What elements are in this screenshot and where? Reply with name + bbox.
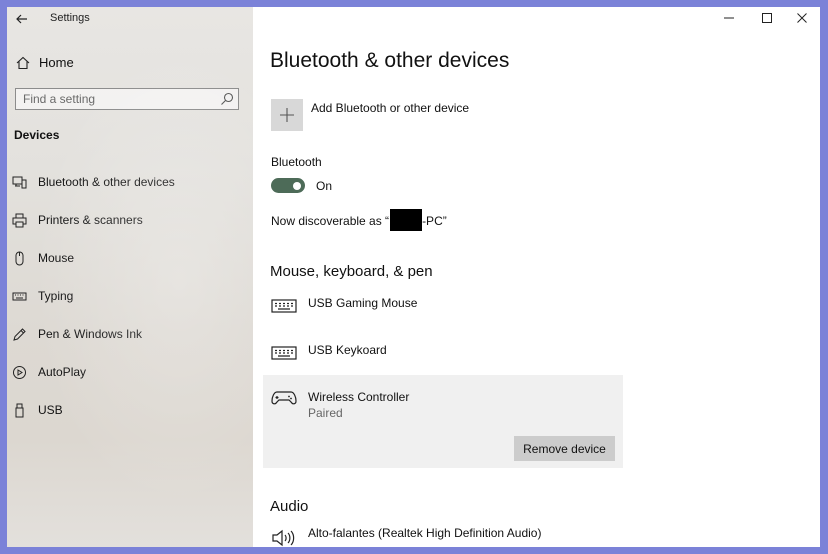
minimize-icon[interactable] xyxy=(722,11,736,25)
speaker-icon xyxy=(272,529,295,547)
bluetooth-state: On xyxy=(316,179,333,193)
sidebar-item-printers[interactable]: Printers & scanners xyxy=(7,207,253,245)
window-controls xyxy=(690,7,820,29)
discoverable-prefix: Now discoverable as “ xyxy=(271,214,390,229)
sidebar-item-label: Printers & scanners xyxy=(38,213,143,227)
device-status: Paired xyxy=(308,406,343,420)
sidebar-item-label: Pen & Windows Ink xyxy=(38,327,143,341)
search-box xyxy=(15,88,239,110)
plus-icon xyxy=(280,108,294,122)
close-icon[interactable] xyxy=(795,11,809,25)
back-arrow-icon xyxy=(16,14,27,24)
remove-device-button[interactable]: Remove device xyxy=(514,436,615,461)
add-device-button[interactable] xyxy=(271,99,303,131)
sidebar-item-label: Mouse xyxy=(38,251,75,265)
usb-icon xyxy=(15,403,24,418)
main-content: Bluetooth & other devices Add Bluetooth … xyxy=(253,7,820,547)
sidebar-item-label: USB xyxy=(38,403,63,417)
audio-heading: Audio xyxy=(270,498,309,515)
sidebar-item-usb[interactable]: USB xyxy=(7,397,253,435)
add-device-label[interactable]: Add Bluetooth or other device xyxy=(311,101,469,115)
mouse-keyboard-pen-heading: Mouse, keyboard, & pen xyxy=(270,263,433,280)
page-title: Bluetooth & other devices xyxy=(270,49,510,72)
search-input[interactable] xyxy=(16,89,218,109)
back-button[interactable] xyxy=(13,10,31,28)
device-name: USB Gaming Mouse xyxy=(308,296,418,310)
keyboard-icon xyxy=(271,346,297,360)
toggle-knob xyxy=(293,181,301,190)
redacted-pc-name xyxy=(390,209,423,231)
settings-window: Settings Home Devices Blueto xyxy=(7,7,820,547)
device-name: Alto-falantes (Realtek High Definition A… xyxy=(308,526,542,540)
device-name: Wireless Controller xyxy=(308,390,410,404)
home-label: Home xyxy=(39,55,74,70)
search-icon[interactable] xyxy=(220,92,234,106)
sidebar-nav: Bluetooth & other devices Printers & sca… xyxy=(7,169,253,435)
printer-icon xyxy=(12,213,27,228)
sidebar: Settings Home Devices Blueto xyxy=(7,7,253,547)
keyboard-icon xyxy=(271,299,297,313)
autoplay-icon xyxy=(13,366,26,379)
home-link[interactable]: Home xyxy=(7,51,253,75)
bluetooth-label: Bluetooth xyxy=(271,155,322,169)
app-title: Settings xyxy=(50,12,90,24)
mouse-icon xyxy=(15,251,24,266)
device-wireless-controller[interactable]: Wireless Controller Paired Remove device xyxy=(263,375,623,468)
title-bar: Settings xyxy=(7,7,253,29)
sidebar-item-pen[interactable]: Pen & Windows Ink xyxy=(7,321,253,359)
bluetooth-devices-icon xyxy=(12,176,27,189)
sidebar-item-bluetooth[interactable]: Bluetooth & other devices xyxy=(7,169,253,207)
devices-section-title: Devices xyxy=(14,128,60,142)
sidebar-item-label: AutoPlay xyxy=(38,365,87,379)
sidebar-item-label: Typing xyxy=(38,289,74,303)
device-name: USB Keykoard xyxy=(308,343,387,357)
discoverable-text: Now discoverable as “ -PC” xyxy=(271,209,447,233)
sidebar-item-mouse[interactable]: Mouse xyxy=(7,245,253,283)
discoverable-suffix: -PC” xyxy=(422,214,447,229)
sidebar-item-label: Bluetooth & other devices xyxy=(38,175,175,189)
home-icon xyxy=(16,56,30,70)
bluetooth-toggle[interactable] xyxy=(271,178,305,193)
maximize-icon[interactable] xyxy=(760,11,774,25)
gamepad-icon xyxy=(271,391,297,405)
keyboard-icon xyxy=(12,292,27,301)
pen-icon xyxy=(13,328,26,341)
sidebar-item-typing[interactable]: Typing xyxy=(7,283,253,321)
sidebar-item-autoplay[interactable]: AutoPlay xyxy=(7,359,253,397)
